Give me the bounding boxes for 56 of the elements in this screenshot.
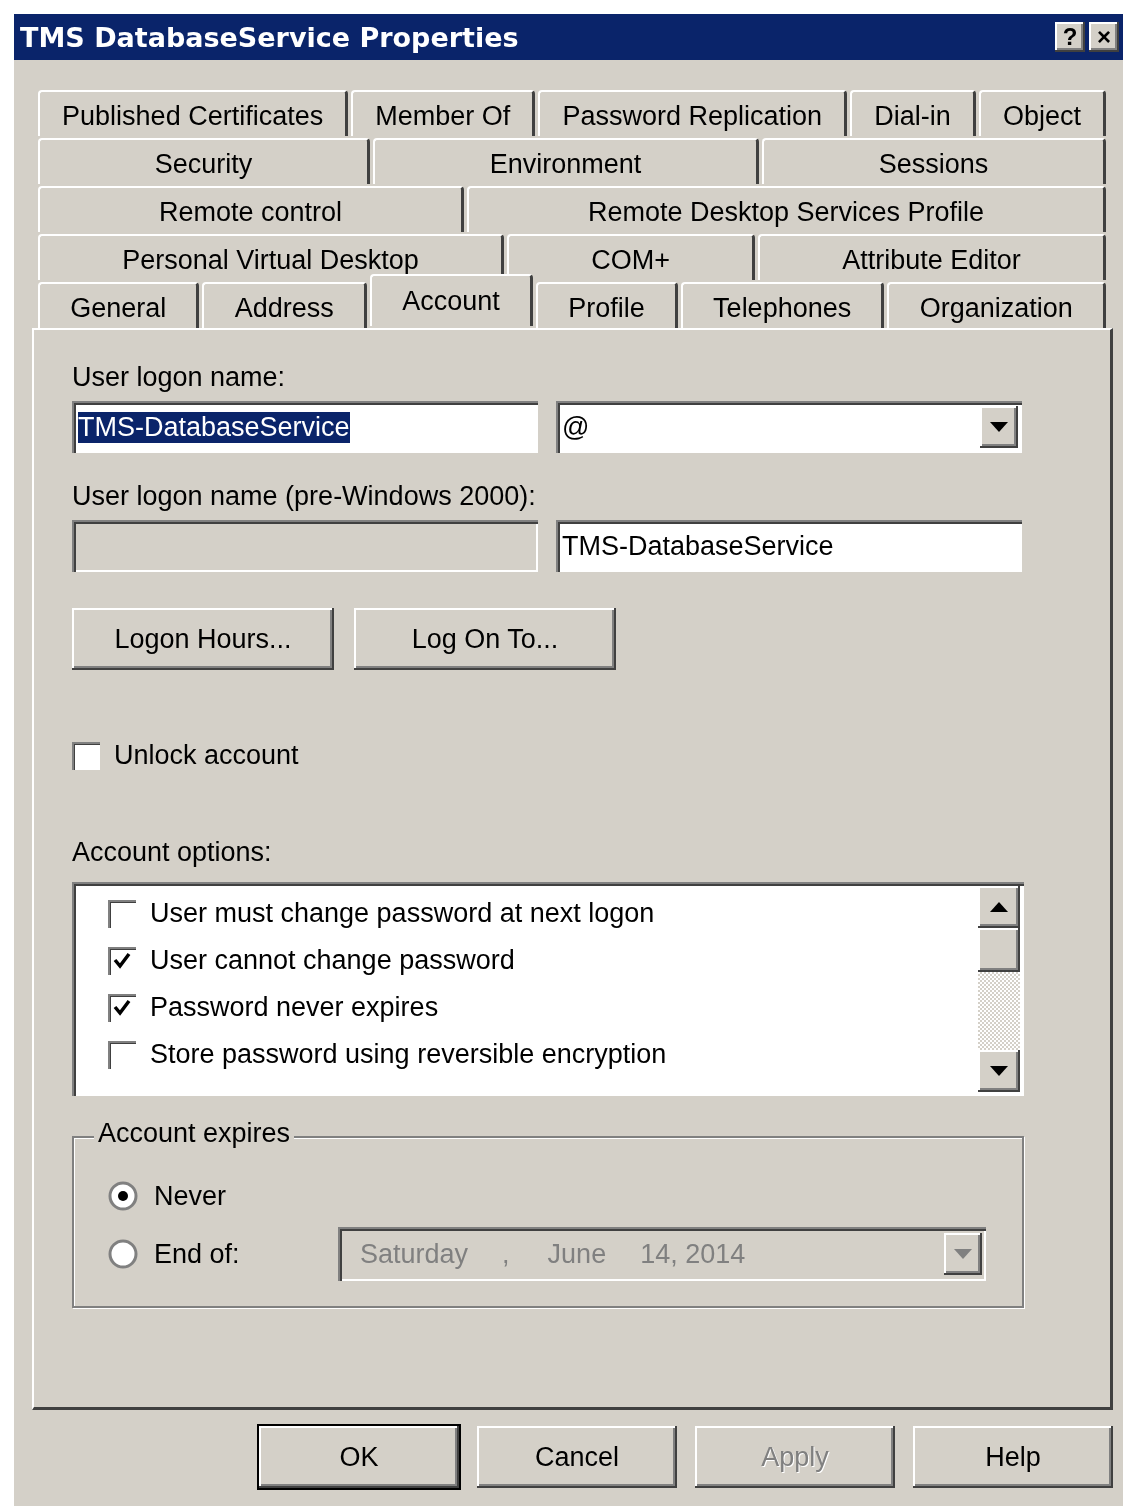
close-button[interactable]: ×: [1089, 22, 1119, 52]
dialog-button[interactable]: Help: [913, 1426, 1113, 1488]
tab[interactable]: Organization: [887, 282, 1106, 328]
tab[interactable]: Address: [202, 282, 367, 328]
dialog-button[interactable]: Log On To...: [354, 608, 616, 670]
scroll-down-button[interactable]: [978, 1050, 1020, 1092]
tab[interactable]: Member Of: [351, 90, 536, 136]
input-field[interactable]: TMS-DatabaseService: [556, 520, 1022, 572]
tab[interactable]: Published Certificates: [38, 90, 349, 136]
tab[interactable]: Profile: [535, 282, 678, 328]
checkbox-label: User must change password at next logon: [150, 898, 655, 929]
tab[interactable]: Sessions: [762, 138, 1106, 184]
dialog-button[interactable]: OK: [259, 1426, 459, 1488]
radio-button[interactable]: [108, 1239, 138, 1269]
radio-label: Never: [154, 1180, 227, 1212]
tab[interactable]: Remote Desktop Services Profile: [466, 186, 1106, 232]
date-part: June: [547, 1238, 607, 1270]
date-part: 14, 2014: [640, 1238, 746, 1270]
down-arrow-icon: [990, 422, 1008, 432]
dialog-button[interactable]: Logon Hours...: [72, 608, 334, 670]
tab[interactable]: Object: [978, 90, 1106, 136]
input-field[interactable]: TMS-DatabaseService: [72, 401, 538, 453]
tab[interactable]: Account: [369, 274, 533, 326]
tab[interactable]: Attribute Editor: [758, 234, 1106, 280]
checkbox[interactable]: [72, 741, 100, 770]
dialog-button[interactable]: Cancel: [477, 1426, 677, 1488]
scroll-up-button[interactable]: [978, 886, 1020, 928]
tab[interactable]: COM+: [507, 234, 756, 280]
checkbox-label: User cannot change password: [150, 945, 515, 976]
section-label: Account options:: [72, 837, 273, 868]
date-part: ,: [502, 1238, 510, 1270]
dropdown-button[interactable]: [980, 406, 1018, 448]
tab[interactable]: Environment: [373, 138, 759, 184]
radio-button[interactable]: [108, 1181, 138, 1211]
up-arrow-icon: [990, 902, 1008, 912]
tab[interactable]: Remote control: [38, 186, 464, 232]
scrollbar[interactable]: [978, 886, 1020, 1092]
help-button[interactable]: ?: [1055, 22, 1085, 52]
down-arrow-icon: [990, 1066, 1008, 1076]
tab[interactable]: Security: [38, 138, 370, 184]
tab[interactable]: General: [38, 282, 200, 328]
tab[interactable]: Dial-in: [850, 90, 976, 136]
window-title: TMS DatabaseService Properties: [20, 21, 520, 53]
scroll-thumb[interactable]: [978, 928, 1020, 972]
field-label: User logon name (pre-Windows 2000):: [72, 481, 537, 512]
tab[interactable]: Personal Virtual Desktop: [38, 234, 504, 280]
checkbox-label: Password never expires: [150, 992, 439, 1023]
domain-dropdown[interactable]: @: [556, 401, 1022, 453]
field-label: User logon name:: [72, 362, 287, 393]
date-part: Saturday: [360, 1238, 469, 1270]
tab[interactable]: Telephones: [680, 282, 885, 328]
checkbox-label: Store password using reversible encryption: [150, 1039, 667, 1070]
radio-label: End of:: [154, 1238, 240, 1270]
down-arrow-icon: [954, 1249, 972, 1259]
tab[interactable]: Password Replication: [538, 90, 848, 136]
checkbox-label: Unlock account: [114, 740, 299, 771]
